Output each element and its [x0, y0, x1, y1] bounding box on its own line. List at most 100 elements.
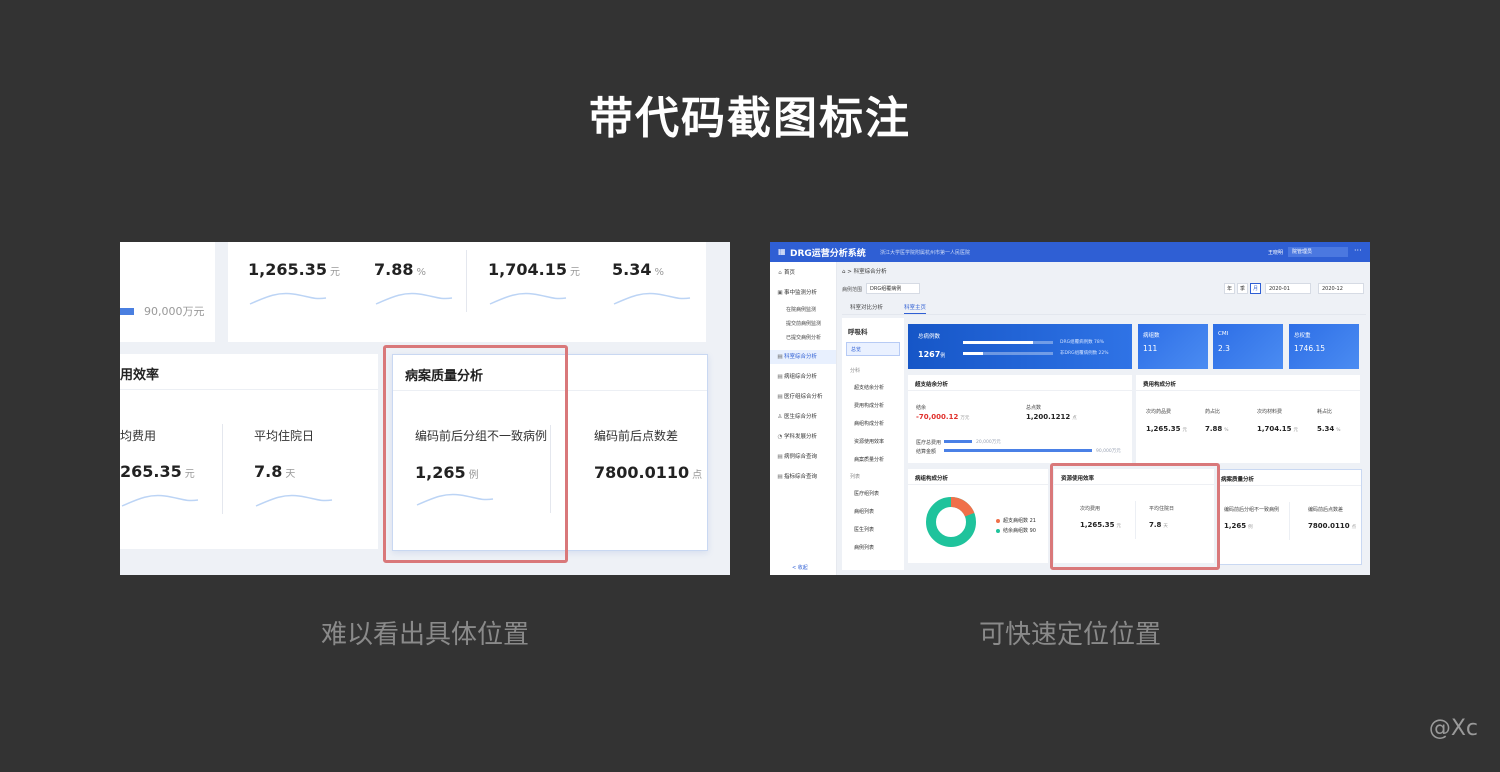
- metric-value: 1,704.15 元: [488, 260, 580, 279]
- sidebar-item-dept[interactable]: ▤科室综合分析: [770, 350, 836, 364]
- card-title: 病组构成分析: [915, 476, 949, 482]
- fund-bar-label: 90,000万元: [144, 305, 205, 318]
- metric-value: -70,000.12 万元: [916, 413, 970, 421]
- tab-dept-compare[interactable]: 科室对比分析: [850, 303, 883, 311]
- date-from-input[interactable]: 2020-01: [1265, 283, 1311, 294]
- metric-value: 1,265.35 元: [248, 260, 340, 279]
- dept-menu-item[interactable]: 费用构成分析: [854, 402, 884, 409]
- metric-label: 结余: [916, 405, 927, 411]
- sidebar-item-team[interactable]: ▤医疗组综合分析: [770, 390, 836, 404]
- progress-label: 非DRG组覆病例数 22%: [1060, 351, 1109, 356]
- divider: [222, 424, 223, 514]
- metric-value: 7.88%: [1205, 425, 1229, 433]
- metric-value: 7.88%: [374, 260, 426, 279]
- dept-menu-item[interactable]: 病案质量分析: [854, 456, 884, 463]
- case-icon: ▤: [777, 454, 783, 460]
- divider: [1289, 502, 1290, 540]
- metric-label: 次均材料费: [1257, 409, 1283, 415]
- period-month-button[interactable]: 月: [1250, 283, 1261, 294]
- quality-card: 病案质量分析 编码前后分组不一致病例 1,265 例 编码前后点数差 7800.0…: [1218, 469, 1362, 565]
- dept-title[interactable]: 呼吸科: [848, 326, 868, 336]
- period-quarter-button[interactable]: 季: [1237, 283, 1248, 294]
- dept-menu-item[interactable]: 病组列表: [854, 508, 874, 515]
- metric-label: 结算金额: [916, 449, 937, 455]
- bar-label: 20,000万元: [976, 440, 1001, 445]
- kpi-group-count: 病组数 111: [1138, 324, 1208, 369]
- kpi-total-weight: 总权重 1746.15: [1289, 324, 1359, 369]
- user-name[interactable]: 王晓明: [1268, 249, 1283, 256]
- metric-label: 均费用: [120, 429, 157, 443]
- sparkline-icon: [249, 292, 327, 305]
- metric-label: 总点数: [1026, 405, 1042, 411]
- highlight-box: [1050, 463, 1220, 570]
- legend-item: 超支病组数 21: [996, 517, 1036, 524]
- tab-bar: 科室对比分析 科室主页: [842, 300, 1366, 315]
- sparkline-icon: [375, 292, 453, 305]
- case-range-select[interactable]: DRG组覆病例: [866, 283, 920, 294]
- left-zoomed-screenshot: 90,000万元 1,265.35 元 7.88% 1,704.15 元 5.34%…: [120, 242, 730, 575]
- divider: [466, 250, 467, 312]
- system-name: DRG运营分析系统: [790, 249, 866, 259]
- sidebar-item-group[interactable]: ▤病组综合分析: [770, 370, 836, 384]
- metric-label: 编码前后点数差: [594, 429, 679, 443]
- sidebar-item-monitor[interactable]: ▣事中监测分析: [770, 286, 836, 300]
- breadcrumb: ⌂ > 科室综合分析: [842, 269, 887, 275]
- metric-value: 5.34%: [1317, 425, 1341, 433]
- collapse-button[interactable]: < 收起: [792, 564, 808, 571]
- card-title: 费用构成分析: [1143, 382, 1177, 388]
- sidebar-item-discipline[interactable]: ◔ 学科发展分析: [770, 430, 836, 444]
- dept-overview-item[interactable]: 总览: [846, 342, 900, 356]
- right-full-screenshot: ▦ DRG运营分析系统 浙江大学医学院附属杭州市第一人民医院 王晓明 院管理员 …: [770, 242, 1370, 575]
- sparkline-icon: [121, 494, 199, 507]
- metric-value: 1,704.15 元: [1257, 425, 1299, 433]
- sidebar-item-index[interactable]: ▤指标综合查询: [770, 470, 836, 484]
- dept-group-label: 分科: [850, 368, 861, 374]
- sidebar-item-case[interactable]: ▤病例综合查询: [770, 450, 836, 464]
- sidebar-subitem[interactable]: 提交前病例监测: [786, 320, 821, 327]
- metric-value: 7800.0110 点: [1308, 522, 1357, 530]
- kpi-value: 1267例: [918, 350, 946, 359]
- period-year-button[interactable]: 年: [1224, 283, 1235, 294]
- filter-bar: 病例范围 DRG组覆病例 年 季 月 2020-01 2020-12: [840, 282, 1366, 296]
- filter-label: 病例范围: [842, 287, 863, 293]
- page-title: 带代码截图标注: [589, 93, 911, 144]
- dept-menu-item[interactable]: 病组构成分析: [854, 420, 884, 427]
- cost-card: 费用构成分析 次均药品费 1,265.35 元 药占比 7.88% 次均材料费 1…: [1136, 375, 1360, 463]
- team-icon: ▤: [777, 394, 783, 400]
- home-icon: ⌂: [778, 270, 782, 276]
- dept-group-label: 列表: [850, 474, 861, 480]
- card-title: 病案质量分析: [1221, 477, 1255, 483]
- dept-menu-item[interactable]: 医疗组列表: [854, 490, 879, 497]
- efficiency-card-fragment: 用效率 均费用 265.35 元 平均住院日 7.8 天: [120, 354, 378, 549]
- highlight-box: [383, 345, 568, 563]
- sidebar-item-home[interactable]: ⌂ 首页: [770, 266, 836, 280]
- dept-menu-item[interactable]: 病例列表: [854, 544, 874, 551]
- fund-bar: [120, 308, 134, 315]
- metric-value: 1,265 例: [1224, 522, 1253, 530]
- hospital-name: 浙江大学医学院附属杭州市第一人民医院: [880, 250, 971, 256]
- tab-dept-home[interactable]: 科室主页: [904, 303, 927, 314]
- legend-item: 结余病组数 90: [996, 527, 1036, 534]
- sparkline-icon: [489, 292, 567, 305]
- cost-bar: [944, 440, 972, 443]
- progress-bar: [963, 341, 1053, 344]
- sparkline-icon: [613, 292, 691, 305]
- metric-value: 1,200.1212 点: [1026, 413, 1077, 421]
- watermark: @Xc: [1428, 716, 1478, 741]
- sidebar: ⌂ 首页 ▣事中监测分析 在院病例监测 提交前病例监测 已提交病例分析 ▤科室综合…: [770, 262, 837, 575]
- home-icon[interactable]: ⌂: [842, 269, 846, 275]
- role-select[interactable]: 院管理员: [1288, 247, 1348, 257]
- monitor-icon: ▣: [777, 290, 783, 296]
- dept-menu-item[interactable]: 资源使用效率: [854, 438, 884, 445]
- dept-menu-item[interactable]: 医生列表: [854, 526, 874, 533]
- group-mix-card: 病组构成分析 超支病组数 21 结余病组数 90: [908, 469, 1048, 563]
- dept-icon: ▤: [777, 354, 783, 360]
- donut-chart: [926, 497, 976, 547]
- sidebar-item-doctor[interactable]: ♙ 医生综合分析: [770, 410, 836, 424]
- sidebar-subitem[interactable]: 在院病例监测: [786, 306, 816, 313]
- more-icon[interactable]: ···: [1354, 246, 1362, 255]
- dept-menu-item[interactable]: 超支结余分析: [854, 384, 884, 391]
- sidebar-subitem[interactable]: 已提交病例分析: [786, 334, 821, 341]
- left-caption: 难以看出具体位置: [320, 620, 529, 650]
- date-to-input[interactable]: 2020-12: [1318, 283, 1364, 294]
